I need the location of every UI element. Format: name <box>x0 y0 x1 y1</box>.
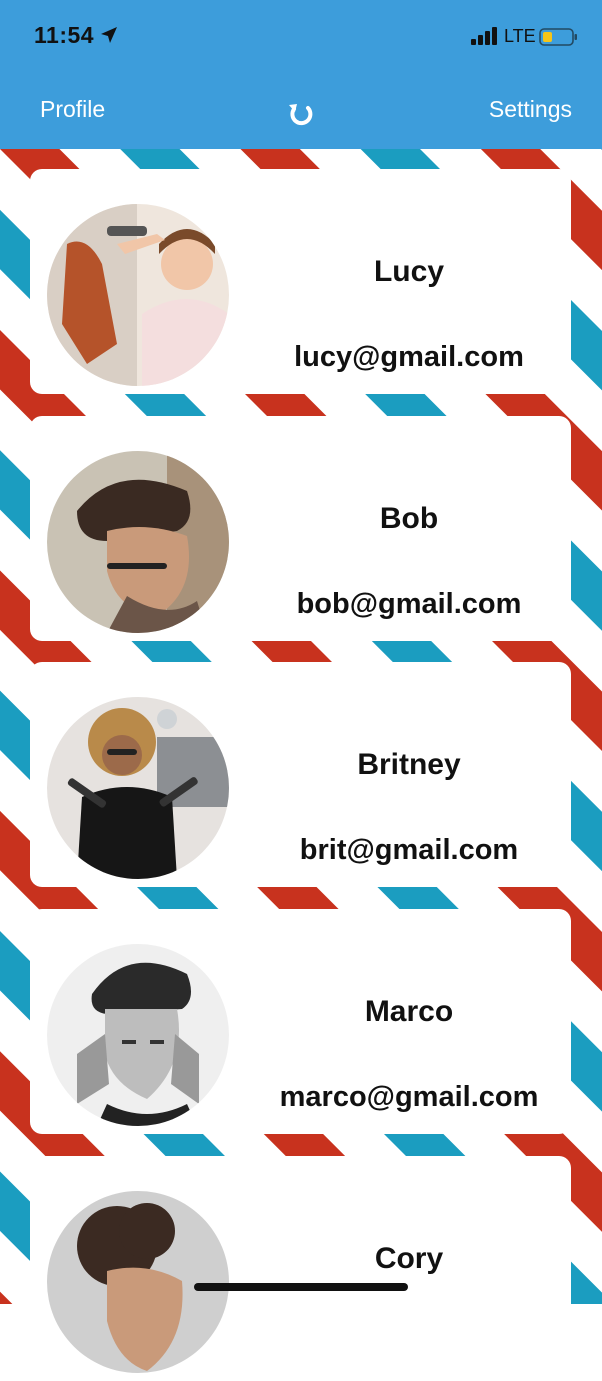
contact-list: Lucy lucy@gmail.com Bob bob@gmail.com Br… <box>0 149 602 1381</box>
battery-icon <box>539 28 577 46</box>
avatar-cory <box>47 1191 229 1373</box>
contact-name: Cory <box>374 1242 444 1275</box>
curly-hair-man-photo <box>47 1191 229 1373</box>
refresh-icon[interactable] <box>285 98 317 130</box>
home-indicator[interactable] <box>194 1283 408 1291</box>
avatar-lucy <box>47 204 229 386</box>
man-portrait-bw-photo <box>47 944 229 1126</box>
contact-name: Bob <box>379 502 439 535</box>
contact-email: lucy@gmail.com <box>294 341 524 373</box>
cellular-signal-icon <box>471 27 497 45</box>
contact-name: Marco <box>364 995 454 1028</box>
contact-card-cory[interactable]: Cory <box>30 1156 571 1381</box>
avatar-britney <box>47 697 229 879</box>
settings-link[interactable]: Settings <box>489 96 572 123</box>
contact-email: brit@gmail.com <box>299 834 519 866</box>
network-type-label: LTE <box>504 26 536 46</box>
contact-name: Lucy <box>373 255 445 288</box>
contact-card-lucy[interactable]: Lucy lucy@gmail.com <box>30 169 571 394</box>
contact-card-marco[interactable]: Marco marco@gmail.com <box>30 909 571 1134</box>
status-bar: 11:54 LTE <box>0 0 602 74</box>
location-arrow-icon <box>101 27 117 43</box>
profile-link[interactable]: Profile <box>40 96 105 123</box>
contact-name: Britney <box>357 748 461 781</box>
avatar-marco <box>47 944 229 1126</box>
contact-email: marco@gmail.com <box>279 1081 539 1113</box>
contact-email: bob@gmail.com <box>296 588 522 620</box>
stylist-with-irons-photo <box>47 697 229 879</box>
contact-card-bob[interactable]: Bob bob@gmail.com <box>30 416 571 641</box>
contact-card-britney[interactable]: Britney brit@gmail.com <box>30 662 571 887</box>
avatar-bob <box>47 451 229 633</box>
app-header: 11:54 LTE Profile Settings <box>0 0 602 149</box>
man-with-glasses-photo <box>47 451 229 633</box>
navigation-bar: Profile Settings <box>0 74 602 149</box>
status-time: 11:54 <box>34 22 95 48</box>
hairdresser-photo <box>47 204 229 386</box>
